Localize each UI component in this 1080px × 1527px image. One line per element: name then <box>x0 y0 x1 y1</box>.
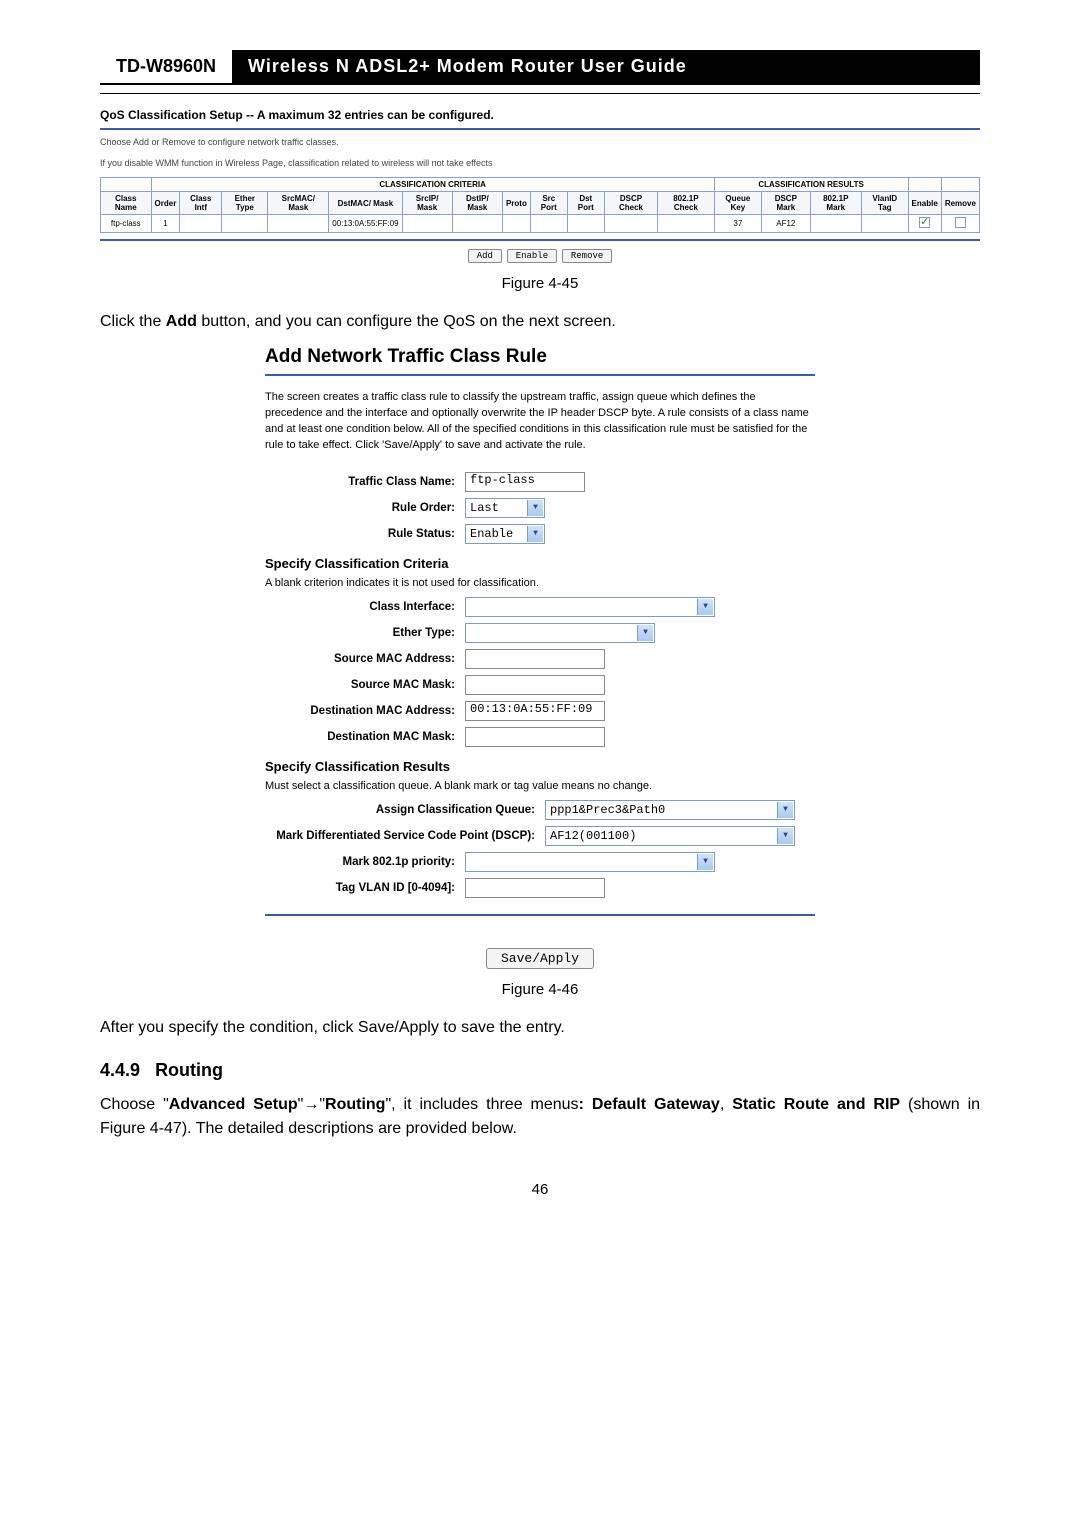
fig46-rule-bottom <box>265 914 815 916</box>
add-bold: Add <box>166 313 197 330</box>
section-results-note: Must select a classification queue. A bl… <box>265 780 815 792</box>
label-ether-type: Ether Type: <box>265 627 465 639</box>
figure-4-45-caption: Figure 4-45 <box>100 275 980 292</box>
chevron-down-icon: ▼ <box>777 802 793 818</box>
col-ether-type: Ether Type <box>222 192 268 215</box>
cell-dscpmark: AF12 <box>762 215 810 233</box>
col-class-name: Class Name <box>101 192 152 215</box>
source-mac-mask-input[interactable] <box>465 675 605 695</box>
qos-table: CLASSIFICATION CRITERIA CLASSIFICATION R… <box>100 177 980 233</box>
group-results: CLASSIFICATION RESULTS <box>714 178 908 192</box>
fig45-note1: Choose Add or Remove to configure networ… <box>100 136 980 149</box>
model-label: TD-W8960N <box>100 50 232 83</box>
ether-type-select[interactable]: ▼ <box>465 623 655 643</box>
section-criteria: Specify Classification Criteria <box>265 556 815 571</box>
cell-queuekey: 37 <box>714 215 762 233</box>
page-number: 46 <box>100 1181 980 1198</box>
label-traffic-class-name: Traffic Class Name: <box>265 476 465 488</box>
col-proto: Proto <box>502 192 530 215</box>
col-8021pmark: 802.1P Mark <box>810 192 862 215</box>
fig45-rule <box>100 128 980 130</box>
rule-status-select[interactable]: Enable▼ <box>465 524 545 544</box>
col-class-intf: Class Intf <box>180 192 222 215</box>
body-text-2: After you specify the condition, click S… <box>100 1016 980 1040</box>
remove-checkbox[interactable] <box>955 217 966 228</box>
col-queuekey: Queue Key <box>714 192 762 215</box>
fig46-heading: Add Network Traffic Class Rule <box>265 346 815 368</box>
figure-4-45: QoS Classification Setup -- A maximum 32… <box>100 108 980 263</box>
cell-remove-checkbox <box>941 215 979 233</box>
label-tag-vlan: Tag VLAN ID [0-4094]: <box>265 882 465 894</box>
label-dest-mac-mask: Destination MAC Mask: <box>265 731 465 743</box>
label-class-interface: Class Interface: <box>265 601 465 613</box>
fig46-desc: The screen creates a traffic class rule … <box>265 390 815 454</box>
label-mark-8021p: Mark 802.1p priority: <box>265 856 465 868</box>
cell-enable-checkbox <box>908 215 941 233</box>
col-dstport: Dst Port <box>567 192 604 215</box>
label-dest-mac-address: Destination MAC Address: <box>265 705 465 717</box>
mark-dscp-select[interactable]: AF12(001100)▼ <box>545 826 795 846</box>
dest-mac-mask-input[interactable] <box>465 727 605 747</box>
cell-dstmac: 00:13:0A:55:FF:09 <box>329 215 402 233</box>
traffic-class-name-input[interactable]: ftp-class <box>465 472 585 492</box>
chevron-down-icon: ▼ <box>697 854 713 870</box>
fig45-title: QoS Classification Setup -- A maximum 32… <box>100 108 980 122</box>
tag-vlan-input[interactable] <box>465 878 605 898</box>
col-srcport: Src Port <box>530 192 567 215</box>
arrow-icon: → <box>303 1096 319 1113</box>
label-assign-queue: Assign Classification Queue: <box>265 804 545 816</box>
col-dstmac: DstMAC/ Mask <box>329 192 402 215</box>
fig45-rule-bottom <box>100 239 980 241</box>
mark-8021p-select[interactable]: ▼ <box>465 852 715 872</box>
remove-button[interactable]: Remove <box>562 249 612 263</box>
col-srcip: SrcIP/ Mask <box>402 192 452 215</box>
figure-4-46-caption: Figure 4-46 <box>100 981 980 998</box>
col-8021pcheck: 802.1P Check <box>658 192 714 215</box>
fig45-note2: If you disable WMM function in Wireless … <box>100 157 980 170</box>
dest-mac-address-input[interactable]: 00:13:0A:55:FF:09 <box>465 701 605 721</box>
chevron-down-icon: ▼ <box>777 828 793 844</box>
doc-title: Wireless N ADSL2+ Modem Router User Guid… <box>232 50 980 83</box>
table-row: ftp-class 1 00:13:0A:55:FF:09 37 AF12 <box>101 215 980 233</box>
section-heading-routing: 4.4.9 Routing <box>100 1060 980 1081</box>
rule-order-select[interactable]: Last▼ <box>465 498 545 518</box>
col-dstip: DstIP/ Mask <box>452 192 502 215</box>
col-srcmac: SrcMAC/ Mask <box>268 192 329 215</box>
label-rule-order: Rule Order: <box>265 502 465 514</box>
label-source-mac-address: Source MAC Address: <box>265 653 465 665</box>
add-button[interactable]: Add <box>468 249 502 263</box>
source-mac-address-input[interactable] <box>465 649 605 669</box>
doc-header: TD-W8960N Wireless N ADSL2+ Modem Router… <box>100 50 980 85</box>
label-source-mac-mask: Source MAC Mask: <box>265 679 465 691</box>
body-text-3: Choose "Advanced Setup"→"Routing", it in… <box>100 1093 980 1141</box>
class-interface-select[interactable]: ▼ <box>465 597 715 617</box>
col-dscpcheck: DSCP Check <box>604 192 657 215</box>
label-mark-dscp: Mark Differentiated Service Code Point (… <box>265 830 545 842</box>
enable-checkbox[interactable] <box>919 217 930 228</box>
section-criteria-note: A blank criterion indicates it is not us… <box>265 577 815 589</box>
fig46-rule <box>265 374 815 376</box>
enable-button[interactable]: Enable <box>507 249 557 263</box>
save-apply-button[interactable]: Save/Apply <box>486 948 594 969</box>
header-rule <box>100 93 980 94</box>
cell-order: 1 <box>151 215 180 233</box>
chevron-down-icon: ▼ <box>527 500 543 516</box>
chevron-down-icon: ▼ <box>527 526 543 542</box>
chevron-down-icon: ▼ <box>697 599 713 615</box>
col-enable: Enable <box>908 192 941 215</box>
chevron-down-icon: ▼ <box>637 625 653 641</box>
assign-queue-select[interactable]: ppp1&Prec3&Path0▼ <box>545 800 795 820</box>
figure-4-46: Add Network Traffic Class Rule The scree… <box>265 346 815 969</box>
section-results: Specify Classification Results <box>265 759 815 774</box>
col-order: Order <box>151 192 180 215</box>
cell-class-name: ftp-class <box>101 215 152 233</box>
group-criteria: CLASSIFICATION CRITERIA <box>151 178 714 192</box>
col-remove: Remove <box>941 192 979 215</box>
fig45-button-row: Add Enable Remove <box>100 249 980 263</box>
col-vlanid: VlanID Tag <box>862 192 909 215</box>
body-text-1: Click the Add button, and you can config… <box>100 310 980 334</box>
label-rule-status: Rule Status: <box>265 528 465 540</box>
col-dscpmark: DSCP Mark <box>762 192 810 215</box>
